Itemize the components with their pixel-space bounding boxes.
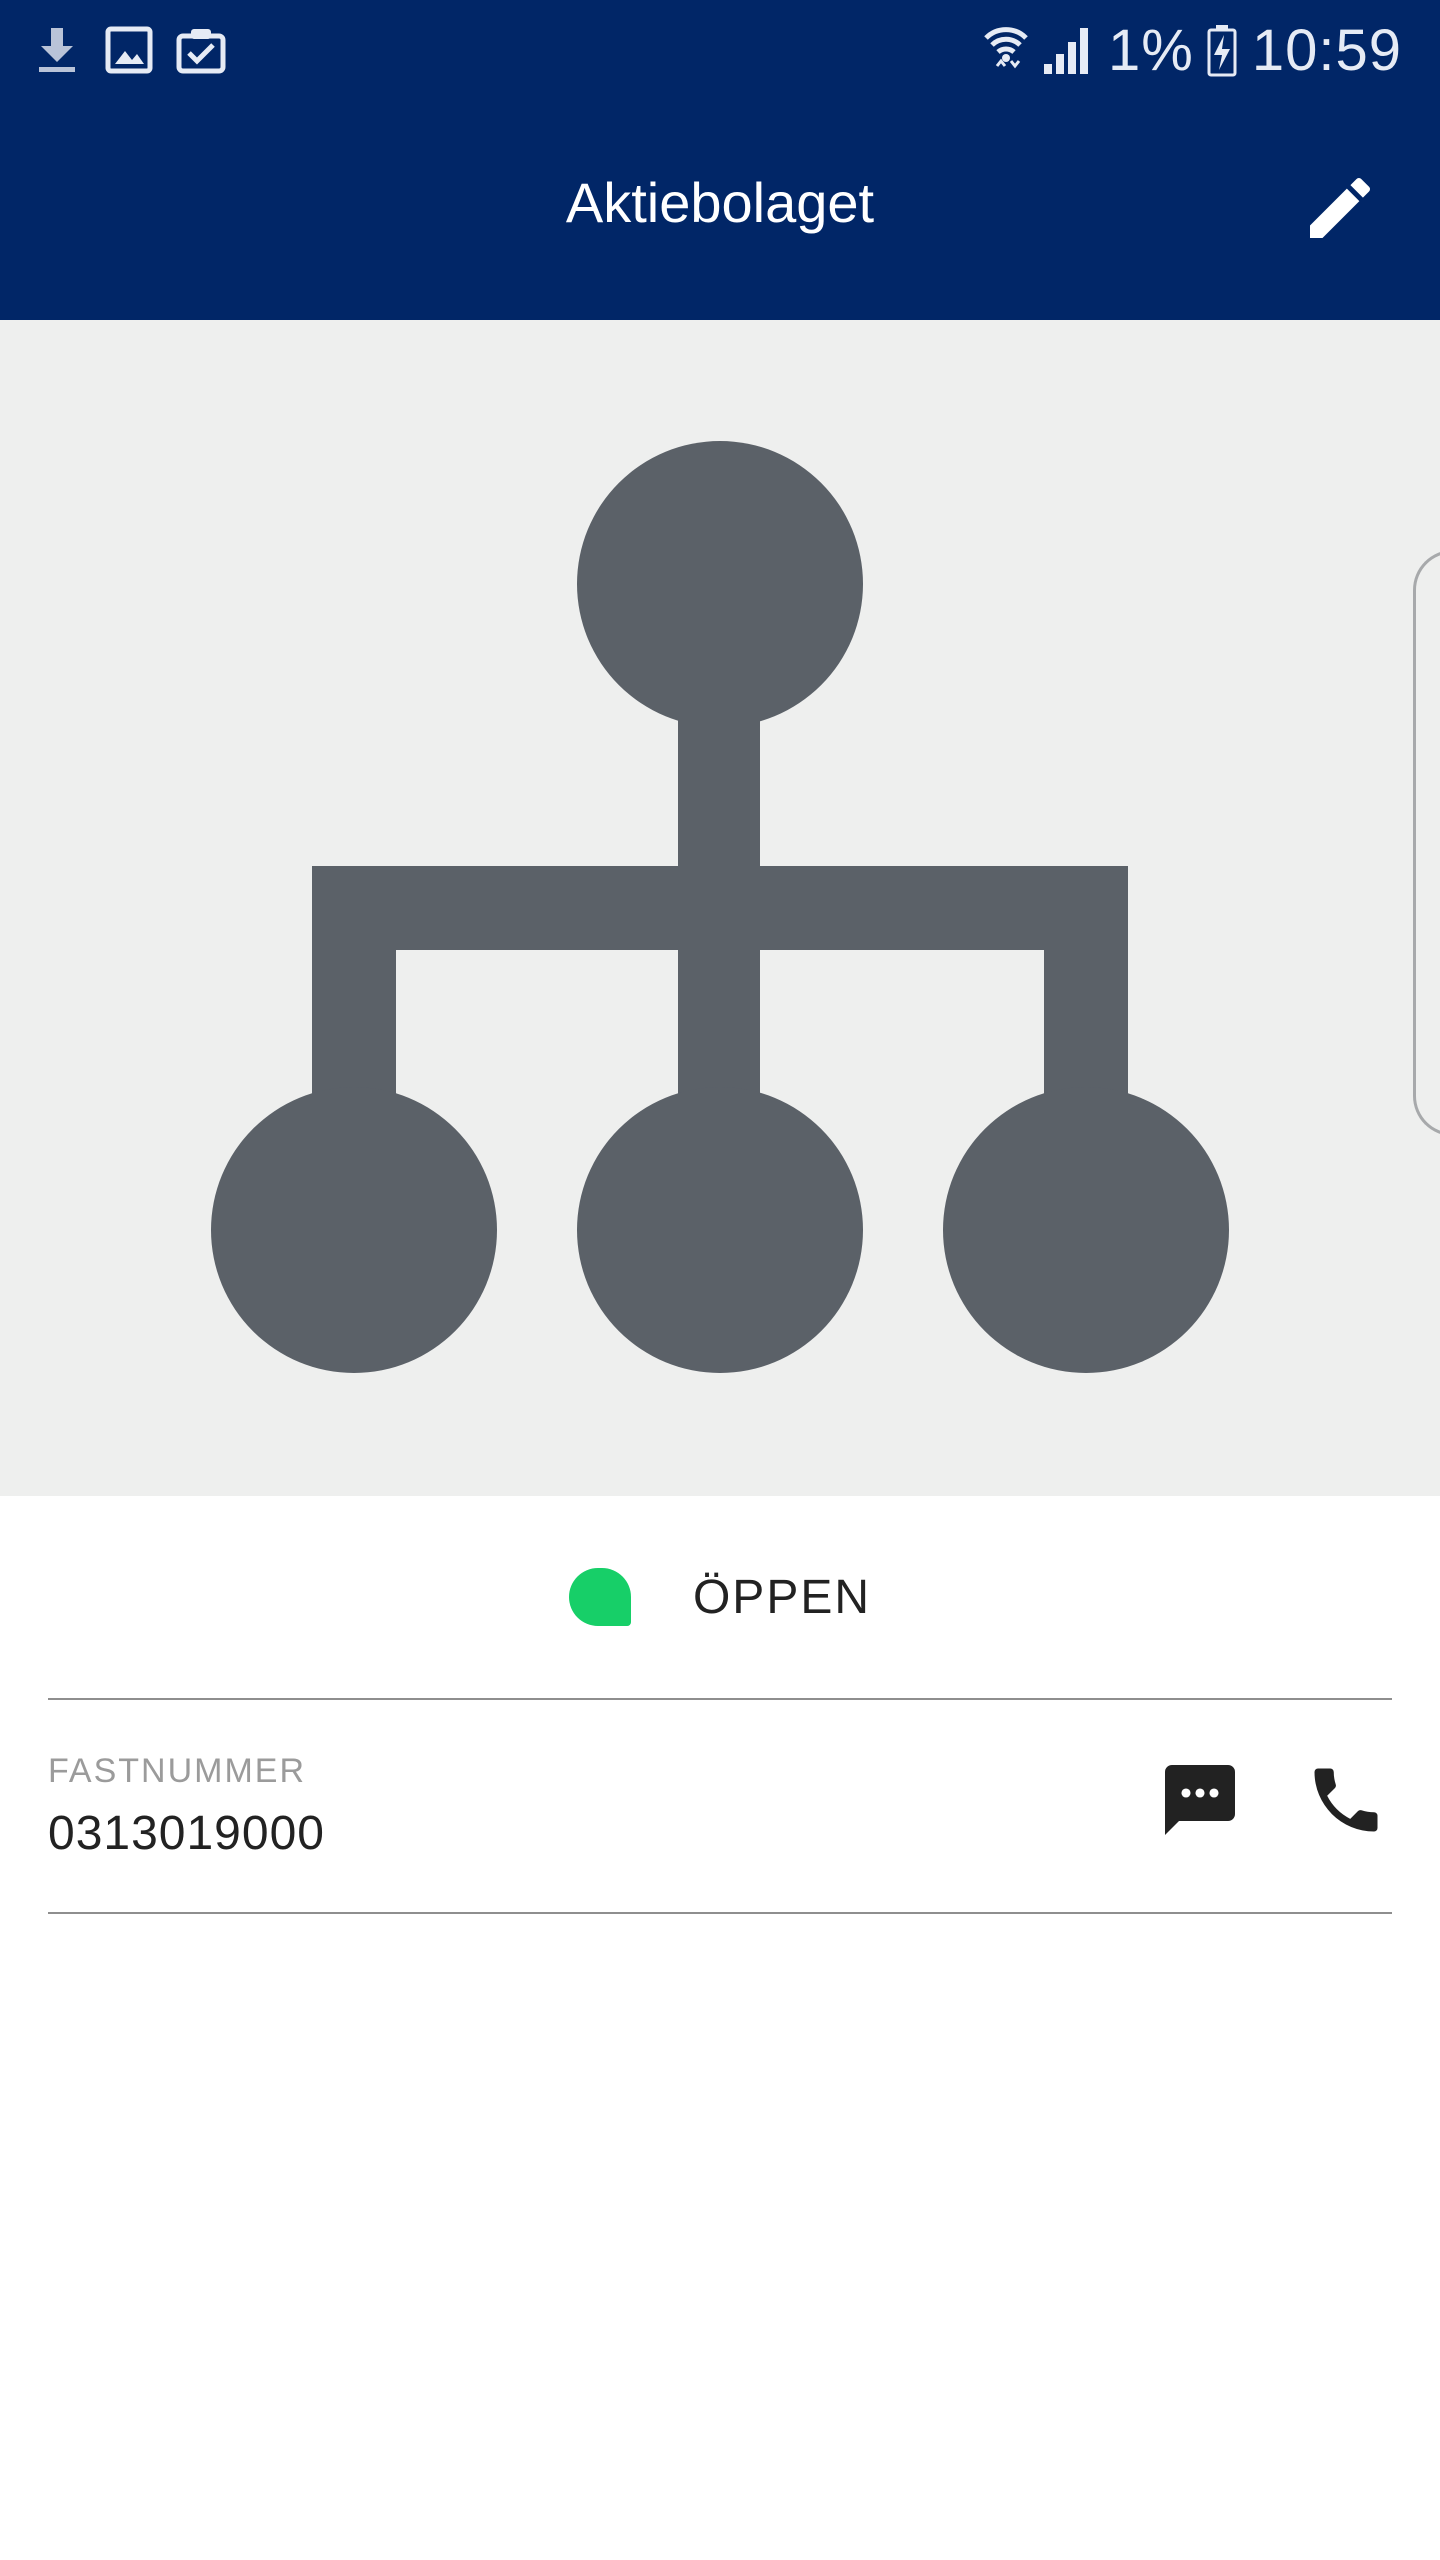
- battery-charging-icon: [1206, 20, 1238, 80]
- message-icon: [1158, 1758, 1242, 1847]
- phone-icon: [1304, 1758, 1388, 1847]
- battery-percent: 1%: [1108, 17, 1194, 83]
- status-label: ÖPPEN: [692, 1570, 872, 1624]
- status-indicator: [568, 1568, 631, 1626]
- contact-row[interactable]: FASTNUMMER 0313019000: [0, 1700, 1440, 1912]
- call-button[interactable]: [1296, 1752, 1396, 1852]
- contact-image: [0, 320, 1440, 1496]
- org-chart-icon: [211, 441, 1229, 1373]
- image-icon: [102, 23, 156, 77]
- download-icon: [30, 23, 84, 77]
- message-button[interactable]: [1150, 1752, 1250, 1852]
- contact-number[interactable]: 0313019000: [48, 1806, 325, 1861]
- signal-icon: [1042, 20, 1094, 80]
- status-bar: 1% 10:59: [0, 0, 1440, 100]
- pencil-icon: [1300, 168, 1380, 253]
- clipboard-check-icon: [174, 23, 228, 77]
- status-row: ÖPPEN: [0, 1496, 1440, 1698]
- status-bar-system: 1% 10:59: [970, 10, 1402, 90]
- page-title: Aktiebolaget: [565, 171, 875, 234]
- status-bar-notifications: [30, 18, 246, 82]
- contact-type-label: FASTNUMMER: [48, 1752, 306, 1790]
- edge-panel-handle[interactable]: [1413, 550, 1440, 1136]
- wifi-icon: [982, 20, 1030, 80]
- divider: [48, 1912, 1392, 1914]
- app-bar: Aktiebolaget: [0, 100, 1440, 320]
- edit-button[interactable]: [1290, 160, 1390, 260]
- clock: 10:59: [1251, 17, 1402, 83]
